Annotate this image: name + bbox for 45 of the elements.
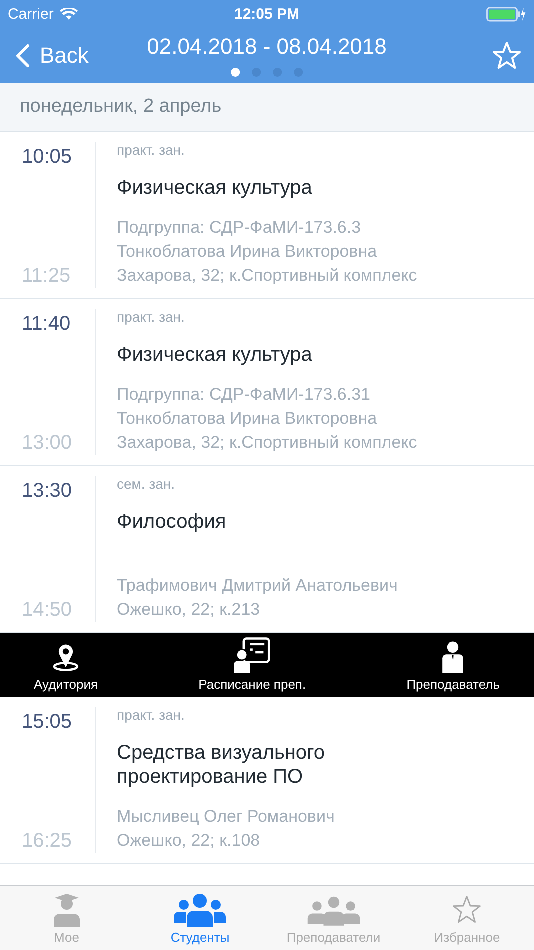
end-time: 13:00 bbox=[22, 432, 72, 455]
lesson-detail: Подгруппа: СДР-ФаМИ-173.6.31 bbox=[117, 384, 372, 406]
date-range-title: 02.04.2018 - 08.04.2018 bbox=[147, 34, 387, 60]
clock-time: 12:05 PM bbox=[234, 6, 300, 22]
carrier-name: Carrier bbox=[8, 6, 54, 22]
action-button[interactable]: Расписание преп. bbox=[184, 633, 320, 697]
graduate-icon bbox=[52, 893, 82, 927]
lesson-detail: Тонкоблатова Ирина Викторовна bbox=[117, 408, 378, 430]
lesson-detail: Подгруппа: СДР-ФаМИ-173.6.3 bbox=[117, 217, 362, 239]
page-dot[interactable] bbox=[231, 68, 240, 77]
action-button[interactable]: Аудитория bbox=[20, 633, 112, 697]
end-time: 16:25 bbox=[22, 830, 72, 853]
end-time: 14:50 bbox=[22, 599, 72, 622]
lesson-type: практ. зан. bbox=[117, 142, 186, 158]
lesson-detail: Захарова, 32; к.Спортивный комплекс bbox=[117, 432, 418, 454]
lesson-title: Физическая культура bbox=[117, 176, 314, 200]
action-button[interactable]: Преподаватель bbox=[392, 633, 514, 697]
lesson-detail: Трафимович Дмитрий Анатольевич bbox=[117, 575, 399, 597]
start-time: 11:40 bbox=[22, 313, 71, 336]
lesson-title: Средства визуального проектирование ПО bbox=[117, 741, 326, 789]
lesson-detail: Мысливец Олег Романович bbox=[117, 806, 336, 828]
lesson-type: сем. зан. bbox=[117, 476, 176, 492]
lesson-detail: Ожешко, 22; к.108 bbox=[117, 830, 262, 852]
chevron-left-icon bbox=[16, 44, 30, 68]
lesson-type: практ. зан. bbox=[117, 707, 186, 723]
lesson-title: Физическая культура bbox=[117, 343, 314, 367]
start-time: 13:30 bbox=[22, 480, 72, 503]
lesson-type: практ. зан. bbox=[117, 309, 186, 325]
start-time: 15:05 bbox=[22, 711, 72, 734]
tab-bar-item[interactable]: Студенты bbox=[134, 886, 267, 950]
lesson-detail: Захарова, 32; к.Спортивный комплекс bbox=[117, 265, 418, 287]
lesson-detail: Ожешко, 22; к.213 bbox=[117, 599, 262, 621]
person-board-icon bbox=[232, 637, 272, 673]
day-label: понедельник, 2 апрель bbox=[20, 96, 222, 118]
lesson-detail: Тонкоблатова Ирина Викторовна bbox=[117, 241, 378, 263]
start-time: 10:05 bbox=[22, 146, 72, 169]
end-time: 11:25 bbox=[22, 265, 71, 288]
lesson-row[interactable]: 10:05 11:25 практ. зан. Физическая культура Подгруппа: СДР-ФаМИ-173.6.3 Тонкоблатова Ирина Викторовна Захарова, 32; к.Спортивный комплекс bbox=[0, 132, 534, 299]
star-icon[interactable] bbox=[492, 40, 522, 70]
lesson-title: Философия bbox=[117, 510, 228, 534]
battery-icon bbox=[486, 6, 526, 22]
lesson-row[interactable]: 11:40 13:00 практ. зан. Физическая культура Подгруппа: СДР-ФаМИ-173.6.31 Тонкоблатова Ирина Викторовна Захарова, 32; к.Спортивный комплекс bbox=[0, 299, 534, 466]
lesson-row[interactable]: 15:05 16:25 практ. зан. Средства визуального проектирование ПО Мысливец Олег Романович Ожешко, 22; к.108 bbox=[0, 697, 534, 864]
wifi-icon bbox=[60, 8, 78, 20]
people-group-icon bbox=[172, 893, 228, 927]
